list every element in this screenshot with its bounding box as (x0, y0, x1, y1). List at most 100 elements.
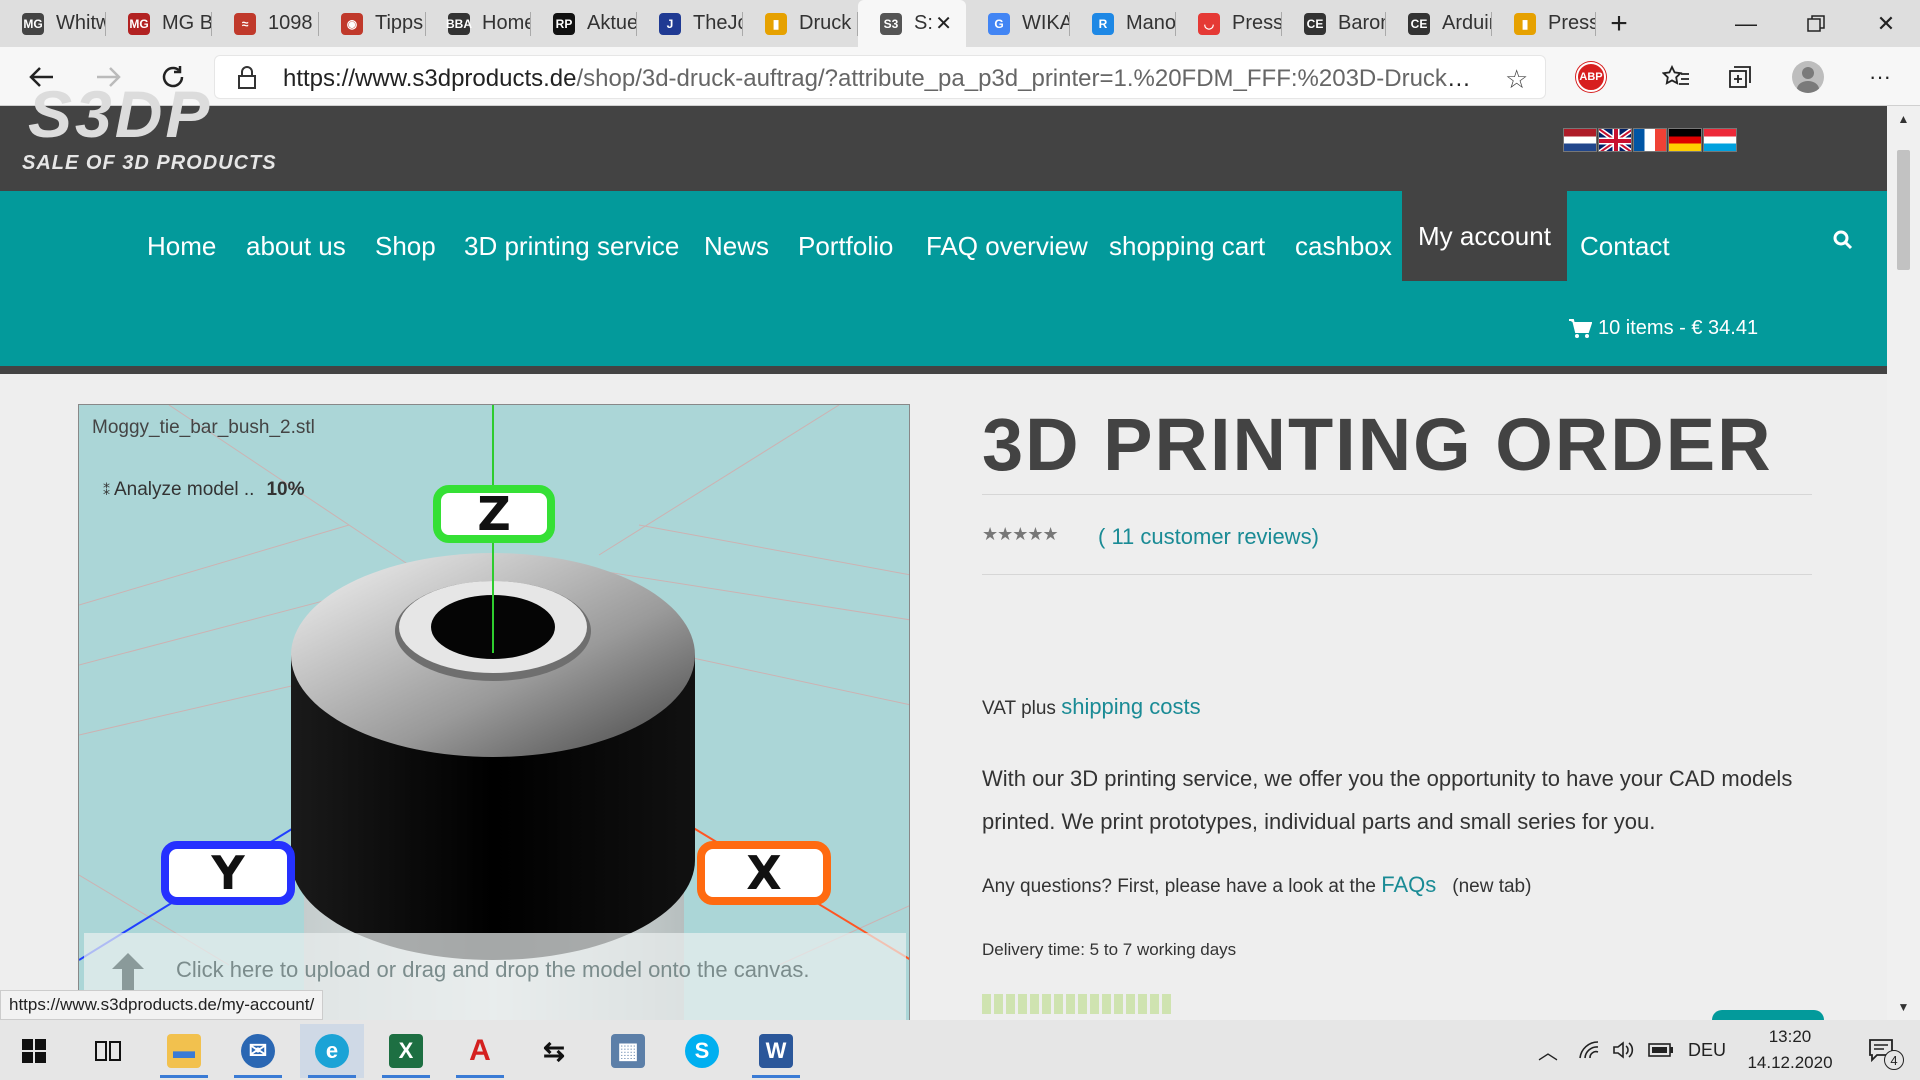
site-logo[interactable]: S3DP (28, 76, 212, 152)
flag-luxembourg-icon[interactable] (1703, 128, 1737, 152)
faq-prefix: Any questions? First, please have a look… (982, 876, 1382, 897)
main-navigation: Home about us Shop 3D printing service News P… (0, 191, 1887, 374)
vat-text: VAT plus (982, 698, 1062, 719)
close-tab-icon[interactable]: ✕ (935, 11, 952, 36)
faq-note: Any questions? First, please have a look… (982, 872, 1531, 898)
reviews-count: 11 (1111, 524, 1135, 549)
restore-button[interactable] (1786, 0, 1846, 47)
search-icon[interactable] (1828, 225, 1858, 255)
menu-item[interactable]: Shop (359, 220, 452, 272)
browser-tab[interactable]: RP Aktuel (531, 0, 637, 47)
loading-placeholder (982, 994, 1174, 1014)
tab-label: TheJo (693, 12, 743, 34)
new-tab-button[interactable]: + (1596, 0, 1642, 47)
address-bar[interactable]: https://www.s3dproducts.de/shop/3d-druck… (214, 55, 1546, 99)
menu-item[interactable]: cashbox (1279, 220, 1408, 272)
notification-count: 4 (1884, 1050, 1904, 1070)
browser-tab[interactable]: MG MG BI (106, 0, 212, 47)
site-logo-tagline: SALE OF 3D PRODUCTS (22, 152, 277, 174)
menu-item[interactable]: 3D printing service (448, 220, 695, 272)
browser-tab[interactable]: CE Barom (1282, 0, 1386, 47)
browser-toolbar: https://www.s3dproducts.de/shop/3d-druck… (0, 47, 1920, 106)
flag-germany-icon[interactable] (1668, 128, 1702, 152)
model-file-name: Moggy_tie_bar_bush_2.stl (92, 417, 315, 438)
thunderbird-icon[interactable]: ✉ (226, 1024, 290, 1078)
tab-favicon-icon: R (1092, 12, 1114, 35)
browser-tab[interactable]: BBA Home (426, 0, 531, 47)
scrollbar-thumb[interactable] (1897, 150, 1910, 270)
excel-icon[interactable]: X (374, 1024, 438, 1078)
show-hidden-icons-icon[interactable]: ︿ (1538, 1020, 1558, 1080)
shipping-costs-link[interactable]: shipping costs (1061, 694, 1200, 719)
profile-avatar[interactable] (1792, 61, 1824, 93)
start-button[interactable] (2, 1024, 66, 1078)
browser-tab[interactable]: ◡ Pressu (1176, 0, 1282, 47)
tab-favicon-icon: ▮ (1514, 12, 1536, 35)
more-menu-icon[interactable]: ··· (1860, 57, 1900, 97)
menu-item[interactable]: about us (230, 220, 362, 272)
url-path: /shop/3d-druck-auftrag/?attribute_pa_p3d… (576, 65, 1483, 92)
menu-item[interactable]: Portfolio (782, 220, 909, 272)
file-explorer-icon[interactable]: ▬ (152, 1024, 216, 1078)
flag-uk-icon[interactable] (1598, 128, 1632, 152)
browser-tab[interactable]: S3 S: ✕ (858, 0, 966, 47)
menu-item[interactable]: My account (1402, 191, 1567, 281)
browser-tab[interactable]: J TheJo (637, 0, 743, 47)
collections-icon[interactable] (1720, 57, 1760, 97)
faqs-link[interactable]: FAQs (1381, 872, 1436, 897)
flag-france-icon[interactable] (1633, 128, 1667, 152)
volume-icon[interactable] (1612, 1020, 1634, 1080)
tab-label: Barom (1338, 12, 1386, 34)
close-window-button[interactable]: ✕ (1856, 0, 1916, 47)
browser-tab[interactable]: MG Whitw (0, 0, 106, 47)
tab-label: Tipps (375, 12, 424, 34)
url-text[interactable]: https://www.s3dproducts.de/shop/3d-druck… (283, 65, 1483, 93)
action-center-icon[interactable]: 4 (1856, 1020, 1906, 1080)
mini-cart[interactable]: 10 items - € 34.41 (1568, 317, 1758, 340)
task-view-icon[interactable] (76, 1024, 140, 1078)
menu-item[interactable]: Home (131, 220, 232, 272)
favorite-star-icon[interactable]: ☆ (1505, 64, 1528, 95)
menu-item[interactable]: News (688, 220, 785, 272)
calculator-icon[interactable]: ▦ (596, 1024, 660, 1078)
browser-tab-strip: MGWhitwMGMG BI≈1098 ( ◉ TippsBBAHomeRPAktu… (0, 0, 1920, 47)
customer-reviews-link[interactable]: ( 11 customer reviews) (1098, 524, 1319, 550)
faq-new-tab-note: (new tab) (1452, 876, 1532, 897)
tab-favicon-icon: ◉ (341, 12, 363, 35)
spinner-icon: ⁑ (103, 481, 110, 498)
scroll-up-arrow-icon[interactable]: ▲ (1887, 106, 1920, 132)
browser-tab[interactable]: ▮ Druck (743, 0, 858, 47)
input-language[interactable]: DEU (1688, 1020, 1726, 1080)
menu-item[interactable]: FAQ overview (910, 220, 1104, 272)
tab-label: Druck (799, 12, 852, 34)
divider (982, 494, 1812, 495)
action-button[interactable] (1712, 1010, 1824, 1020)
flag-netherlands-icon[interactable] (1563, 128, 1597, 152)
lock-icon[interactable] (235, 65, 259, 91)
transfer-tool-icon[interactable]: ⇆ (522, 1024, 586, 1078)
upload-hint[interactable]: Click here to upload or drag and drop th… (176, 957, 810, 983)
browser-tab[interactable]: R Mano (1070, 0, 1176, 47)
minimize-button[interactable]: — (1716, 0, 1776, 47)
network-icon[interactable] (1578, 1020, 1600, 1080)
browser-tab[interactable]: CE Arduir (1386, 0, 1492, 47)
browser-tab[interactable]: ≈1098 ( (212, 0, 319, 47)
favorites-icon[interactable] (1656, 57, 1696, 97)
skype-icon[interactable]: S (670, 1024, 734, 1078)
browser-tab[interactable]: ◉ Tipps (319, 0, 426, 47)
menu-item[interactable]: shopping cart (1093, 220, 1281, 272)
model-viewer-canvas[interactable]: Z Y X Moggy_tie_bar_bush_2.stl ⁑ Analyze… (78, 404, 910, 1028)
adblock-plus-icon[interactable]: ABP (1576, 62, 1606, 92)
acrobat-icon[interactable]: A (448, 1024, 512, 1078)
word-icon[interactable]: W (744, 1024, 808, 1078)
browser-tab[interactable]: G WIKA (966, 0, 1070, 47)
battery-icon[interactable] (1648, 1020, 1674, 1080)
edge-browser-icon[interactable]: e (300, 1024, 364, 1078)
page-scrollbar[interactable]: ▲ ▼ (1887, 106, 1920, 1020)
menu-item[interactable]: Contact (1564, 220, 1686, 272)
analyze-label: Analyze model .. (114, 479, 255, 500)
browser-tab[interactable]: ▮ Pressu (1492, 0, 1596, 47)
clock[interactable]: 13:20 14.12.2020 (1740, 1020, 1840, 1080)
shopping-cart-icon (1568, 318, 1592, 339)
scroll-down-arrow-icon[interactable]: ▼ (1887, 994, 1920, 1020)
